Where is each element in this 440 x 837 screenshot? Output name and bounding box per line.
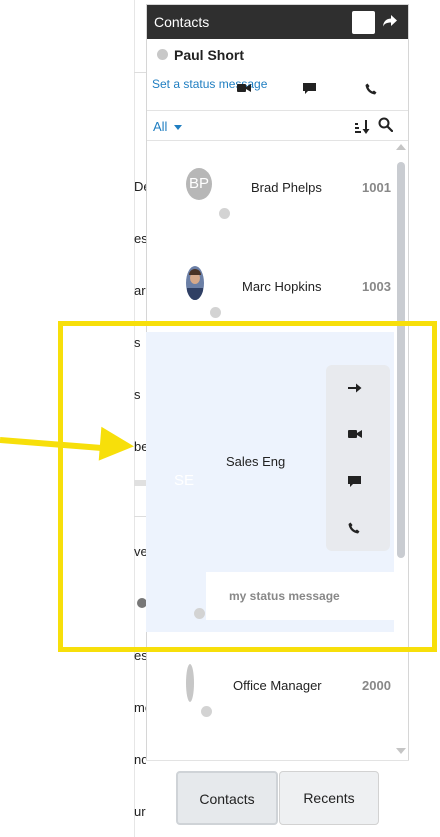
filter-dropdown[interactable]: All <box>153 119 167 134</box>
highlight-frame <box>58 321 437 652</box>
video-icon[interactable] <box>237 83 251 93</box>
chevron-down-icon[interactable] <box>174 125 182 130</box>
share-arrow-icon[interactable] <box>381 12 399 30</box>
contact-name: Office Manager <box>233 678 322 693</box>
contact-name: Marc Hopkins <box>242 279 322 294</box>
scroll-down-arrow[interactable] <box>396 748 406 754</box>
tab-contacts[interactable]: Contacts <box>176 771 278 825</box>
current-user-row: Paul Short Set a status message <box>147 39 408 111</box>
filter-row: All <box>147 111 408 141</box>
chat-icon[interactable] <box>303 83 316 95</box>
presence-indicator <box>201 706 212 717</box>
screen: De es ar s s be ve es me nd ur Contacts … <box>0 0 440 837</box>
presence-indicator <box>157 49 168 60</box>
presence-indicator <box>219 208 230 219</box>
panel-title: Contacts <box>154 14 210 30</box>
tab-recents[interactable]: Recents <box>279 771 379 825</box>
panel-footer: Contacts Recents <box>146 760 409 833</box>
background-divider <box>134 72 146 73</box>
annotation-arrow-icon <box>98 426 136 464</box>
avatar: BP <box>186 168 212 200</box>
presence-indicator <box>210 307 221 318</box>
panel-header: Contacts <box>147 5 408 39</box>
contact-extension: 1001 <box>362 180 391 195</box>
contact-name: Brad Phelps <box>251 180 322 195</box>
header-button[interactable] <box>352 11 375 34</box>
contact-extension: 2000 <box>362 678 391 693</box>
search-icon[interactable] <box>378 117 393 132</box>
sort-icon[interactable] <box>354 119 370 135</box>
phone-icon[interactable] <box>365 83 377 95</box>
scroll-up-arrow[interactable] <box>396 144 406 150</box>
user-name: Paul Short <box>174 47 245 63</box>
contact-extension: 1003 <box>362 279 391 294</box>
avatar <box>186 664 194 702</box>
avatar <box>186 266 204 300</box>
